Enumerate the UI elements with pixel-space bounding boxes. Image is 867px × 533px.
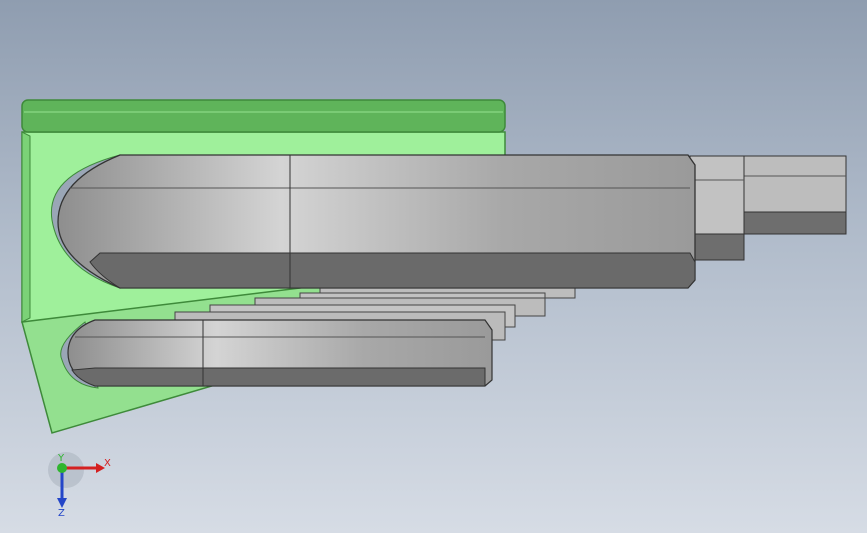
z-axis-label: Z xyxy=(58,508,65,518)
y-axis-label: Y xyxy=(57,453,65,464)
y-axis-dot xyxy=(57,463,67,473)
wrench-large xyxy=(57,154,847,289)
x-axis-label: X xyxy=(104,458,111,469)
wrench-lower xyxy=(67,319,493,387)
model-view[interactable] xyxy=(0,0,867,533)
orientation-triad[interactable]: X Y Z xyxy=(40,448,120,518)
holder-top-rim xyxy=(21,99,506,133)
3d-viewport[interactable]: X Y Z xyxy=(0,0,867,533)
